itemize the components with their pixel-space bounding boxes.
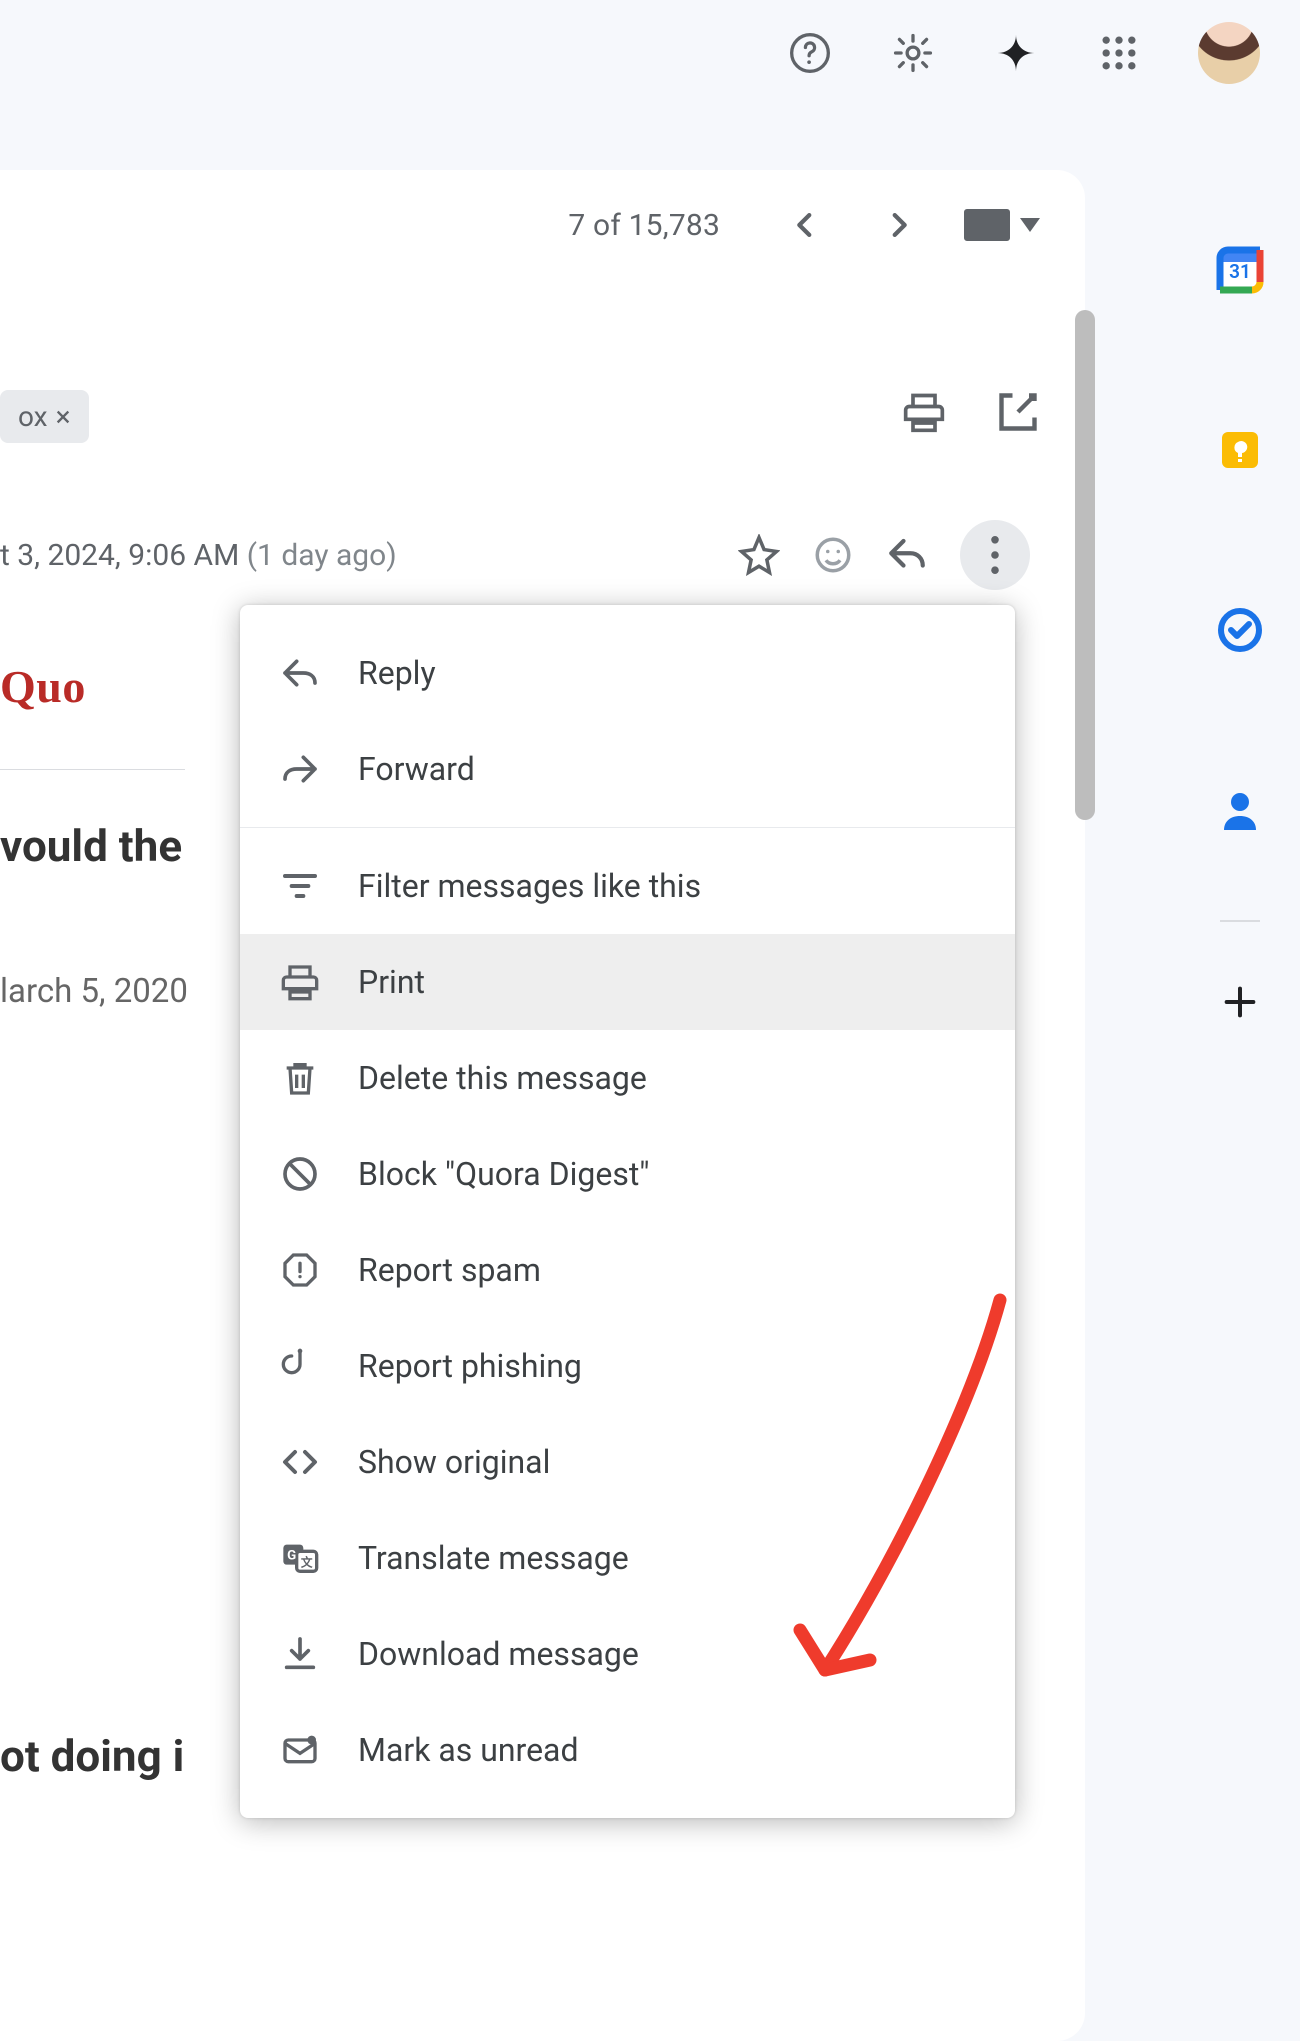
trash-icon xyxy=(280,1058,320,1098)
menu-unread-label: Mark as unread xyxy=(358,1731,578,1769)
print-icon[interactable] xyxy=(902,390,946,434)
divider xyxy=(0,769,185,770)
side-panel: 31 xyxy=(1180,180,1300,1042)
reply-icon[interactable] xyxy=(886,534,928,576)
label-row: ox × xyxy=(0,390,1085,443)
download-icon xyxy=(280,1634,320,1674)
menu-delete[interactable]: Delete this message xyxy=(240,1030,1015,1126)
menu-translate[interactable]: G文 Translate message xyxy=(240,1510,1015,1606)
page-counter: 7 of 15,783 xyxy=(568,208,720,243)
mail-toolbar: 7 of 15,783 xyxy=(0,170,1085,280)
kebab-icon xyxy=(990,536,1000,574)
reply-icon xyxy=(280,653,320,693)
emoji-icon[interactable] xyxy=(812,534,854,576)
menu-spam[interactable]: Report spam xyxy=(240,1222,1015,1318)
svg-text:G: G xyxy=(287,1549,296,1564)
menu-download[interactable]: Download message xyxy=(240,1606,1015,1702)
more-button[interactable] xyxy=(960,520,1030,590)
menu-separator xyxy=(240,827,1015,828)
gear-icon[interactable] xyxy=(889,29,937,77)
menu-block[interactable]: Block "Quora Digest" xyxy=(240,1126,1015,1222)
menu-forward-label: Forward xyxy=(358,750,475,788)
older-newer-nav xyxy=(788,208,916,242)
rail-keep[interactable] xyxy=(1216,360,1264,540)
filter-icon xyxy=(280,866,320,906)
sparkle-icon[interactable] xyxy=(992,29,1040,77)
mark-unread-icon xyxy=(280,1730,320,1770)
meta-date: t 3, 2024, 9:06 AM (1 day ago) xyxy=(0,538,397,573)
spam-icon xyxy=(280,1250,320,1290)
rail-calendar[interactable]: 31 xyxy=(1216,180,1264,360)
code-icon xyxy=(280,1442,320,1482)
print-icon xyxy=(280,962,320,1002)
menu-print-label: Print xyxy=(358,963,425,1001)
message-meta: t 3, 2024, 9:06 AM (1 day ago) xyxy=(0,520,1085,590)
svg-text:31: 31 xyxy=(1229,260,1251,283)
rail-contacts[interactable] xyxy=(1216,720,1264,900)
apps-grid-icon[interactable] xyxy=(1095,29,1143,77)
menu-original-label: Show original xyxy=(358,1443,550,1481)
menu-block-label: Block "Quora Digest" xyxy=(358,1155,650,1193)
rail-divider xyxy=(1220,920,1260,922)
chevron-down-icon xyxy=(1020,218,1040,232)
rail-add[interactable] xyxy=(1220,962,1260,1042)
star-icon[interactable] xyxy=(738,534,780,576)
body-doing-fragment: ot doing i xyxy=(0,1730,184,1782)
open-external-icon[interactable] xyxy=(996,390,1040,434)
avatar[interactable] xyxy=(1198,22,1260,84)
chip-remove-icon[interactable]: × xyxy=(56,400,71,433)
menu-spam-label: Report spam xyxy=(358,1251,541,1289)
menu-delete-label: Delete this message xyxy=(358,1059,647,1097)
menu-unread[interactable]: Mark as unread xyxy=(240,1702,1015,1798)
menu-phishing[interactable]: Report phishing xyxy=(240,1318,1015,1414)
phishing-icon xyxy=(280,1346,320,1386)
translate-icon: G文 xyxy=(280,1538,320,1578)
menu-forward[interactable]: Forward xyxy=(240,721,1015,817)
inbox-chip[interactable]: ox × xyxy=(0,390,89,443)
rail-tasks[interactable] xyxy=(1216,540,1264,720)
input-tool-selector[interactable] xyxy=(964,209,1040,241)
message-more-menu: Reply Forward Filter messages like this … xyxy=(240,605,1015,1818)
menu-download-label: Download message xyxy=(358,1635,639,1673)
chip-text: ox xyxy=(18,400,48,433)
keyboard-icon xyxy=(964,209,1010,241)
menu-filter[interactable]: Filter messages like this xyxy=(240,838,1015,934)
block-icon xyxy=(280,1154,320,1194)
menu-print[interactable]: Print xyxy=(240,934,1015,1030)
menu-translate-label: Translate message xyxy=(358,1539,629,1577)
app-header xyxy=(0,0,1300,106)
forward-icon xyxy=(280,749,320,789)
menu-original[interactable]: Show original xyxy=(240,1414,1015,1510)
menu-reply-label: Reply xyxy=(358,654,436,692)
menu-reply[interactable]: Reply xyxy=(240,625,1015,721)
chevron-right-icon[interactable] xyxy=(882,208,916,242)
chevron-left-icon[interactable] xyxy=(788,208,822,242)
help-icon[interactable] xyxy=(786,29,834,77)
menu-filter-label: Filter messages like this xyxy=(358,867,701,905)
menu-phishing-label: Report phishing xyxy=(358,1347,582,1385)
svg-text:文: 文 xyxy=(300,1555,313,1569)
